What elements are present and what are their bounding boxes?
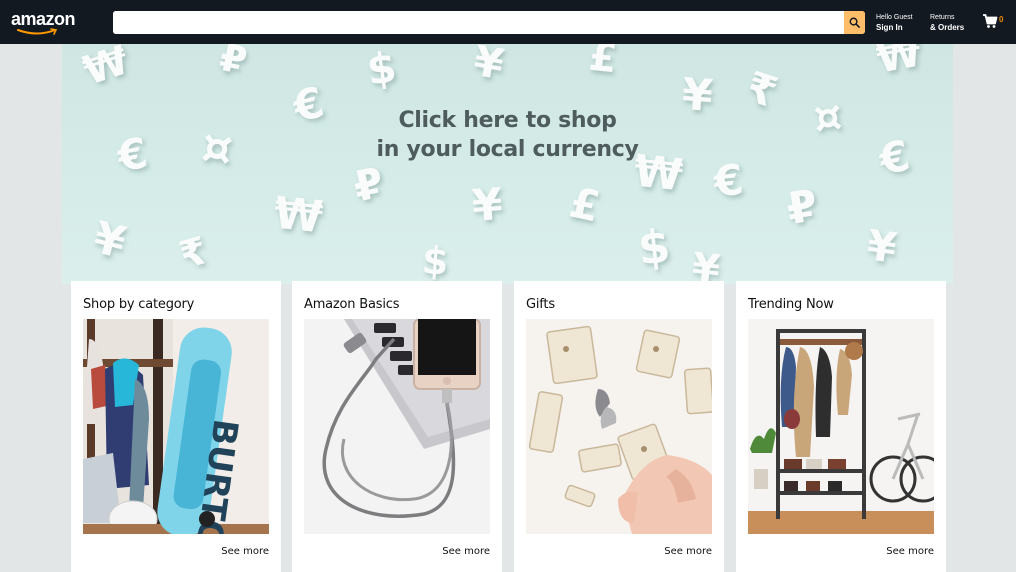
card-title: Shop by category	[83, 297, 195, 312]
trending-image[interactable]	[748, 319, 934, 534]
category-image[interactable]: BURTO	[83, 319, 269, 534]
gift-items-image	[526, 319, 712, 534]
returns-label: Returns	[930, 14, 955, 21]
see-more-link[interactable]: See more	[442, 546, 490, 557]
search-input[interactable]	[113, 11, 844, 34]
card-gifts: Gifts See more	[514, 281, 724, 572]
top-nav-bar: amazon Hello Guest Sign In Returns & Ord…	[0, 0, 1016, 44]
banner-headline: Click here to shop in your local currenc…	[62, 106, 953, 164]
card-title: Gifts	[526, 297, 555, 312]
account-sign-in[interactable]: Hello Guest Sign In	[876, 13, 913, 33]
cart-icon	[983, 14, 998, 28]
see-more-link[interactable]: See more	[664, 546, 712, 557]
search-icon	[849, 17, 860, 28]
entryway-rack-image	[748, 319, 934, 534]
local-currency-banner[interactable]: ₩ ₽ $ ¥ £ ₩ € ¥ ₹ ¤ € ¤ € ₽ ₩ € ₩ ¥ £ ₽ …	[62, 44, 953, 284]
see-more-link[interactable]: See more	[221, 546, 269, 557]
banner-line-2: in your local currency	[376, 137, 639, 162]
cart-count: 0	[999, 15, 1004, 24]
account-greeting: Hello Guest	[876, 14, 913, 21]
banner-line-1: Click here to shop	[398, 108, 617, 133]
search-bar	[113, 11, 865, 34]
logo-smile-icon	[17, 28, 58, 35]
amazon-basics-image[interactable]	[304, 319, 490, 534]
card-shop-by-category: Shop by category BURTO See more	[71, 281, 281, 572]
snowboard-gear-image: BURTO	[83, 319, 269, 534]
logo-wordmark: amazon	[11, 9, 76, 29]
card-title: Trending Now	[748, 297, 834, 312]
sign-in-label: Sign In	[876, 23, 903, 32]
card-trending-now: Trending Now See more	[736, 281, 946, 572]
gifts-image[interactable]	[526, 319, 712, 534]
see-more-link[interactable]: See more	[886, 546, 934, 557]
card-amazon-basics: Amazon Basics See more	[292, 281, 502, 572]
orders-label: & Orders	[930, 23, 965, 32]
card-title: Amazon Basics	[304, 297, 400, 312]
amazon-logo[interactable]: amazon	[11, 7, 76, 37]
cart-button[interactable]: 0	[982, 12, 1008, 30]
search-button[interactable]	[844, 11, 865, 34]
charging-cable-image	[304, 319, 490, 534]
returns-orders[interactable]: Returns & Orders	[930, 13, 964, 33]
